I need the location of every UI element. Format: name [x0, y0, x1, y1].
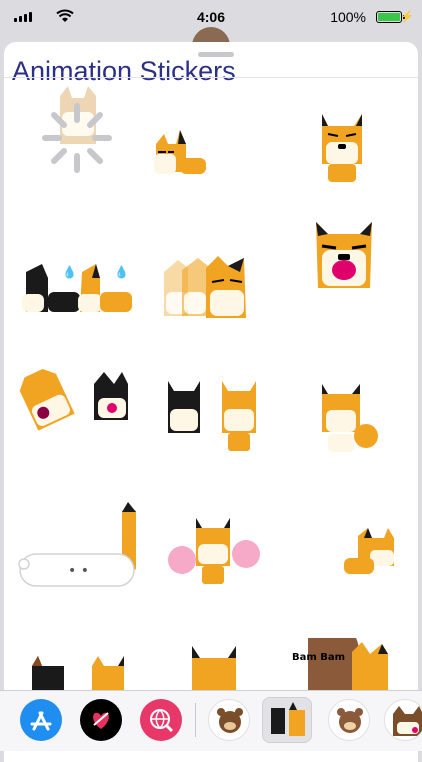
- two-dogs-pushing-sticker[interactable]: 💧 💧: [18, 260, 138, 322]
- bam-bam-sticker[interactable]: Bam Bam: [286, 638, 396, 694]
- web-search-icon[interactable]: [140, 699, 182, 741]
- digital-touch-icon[interactable]: [80, 699, 122, 741]
- dog-ears-sticker[interactable]: [190, 644, 238, 694]
- dog-kiss-sticker[interactable]: [18, 364, 138, 440]
- svg-text:💧: 💧: [114, 265, 129, 279]
- sticker-pack-animation[interactable]: [262, 697, 312, 743]
- dog-wave-sticker[interactable]: [318, 380, 380, 456]
- toolbar-divider: [195, 703, 196, 737]
- app-store-icon[interactable]: [20, 699, 62, 741]
- sticker-sheet: Animation Stickers 💧 💧 • • Bam Bam: [4, 42, 418, 762]
- bam-text: Bam Bam: [292, 652, 345, 663]
- sticker-pack-bear[interactable]: [208, 699, 250, 741]
- typing-bubble-sticker[interactable]: • •: [18, 502, 138, 592]
- yelling-dog-sticker[interactable]: [314, 218, 374, 298]
- lying-dog-sticker[interactable]: [342, 528, 400, 584]
- sticker-pack-bear-2[interactable]: [328, 699, 370, 741]
- app-drawer-toolbar: [0, 690, 422, 751]
- battery-icon: [376, 11, 405, 23]
- typing-dots: • •: [68, 563, 89, 579]
- title-divider: [4, 77, 418, 78]
- charging-icon: ⚡: [400, 11, 414, 23]
- cheerleader-dog-sticker[interactable]: [164, 510, 264, 590]
- sticker-pack-dog[interactable]: [384, 699, 422, 741]
- sleeping-dog-sticker[interactable]: [150, 122, 210, 184]
- sitting-dog-sticker[interactable]: [318, 112, 366, 188]
- battery-percent: 100%: [330, 9, 366, 25]
- loading-sticker[interactable]: [32, 84, 122, 184]
- sheet-title: Animation Stickers: [12, 56, 236, 86]
- svg-text:💧: 💧: [62, 265, 77, 279]
- dog-animation-blur-sticker[interactable]: [154, 252, 254, 322]
- two-dogs-standing-sticker[interactable]: [164, 377, 262, 457]
